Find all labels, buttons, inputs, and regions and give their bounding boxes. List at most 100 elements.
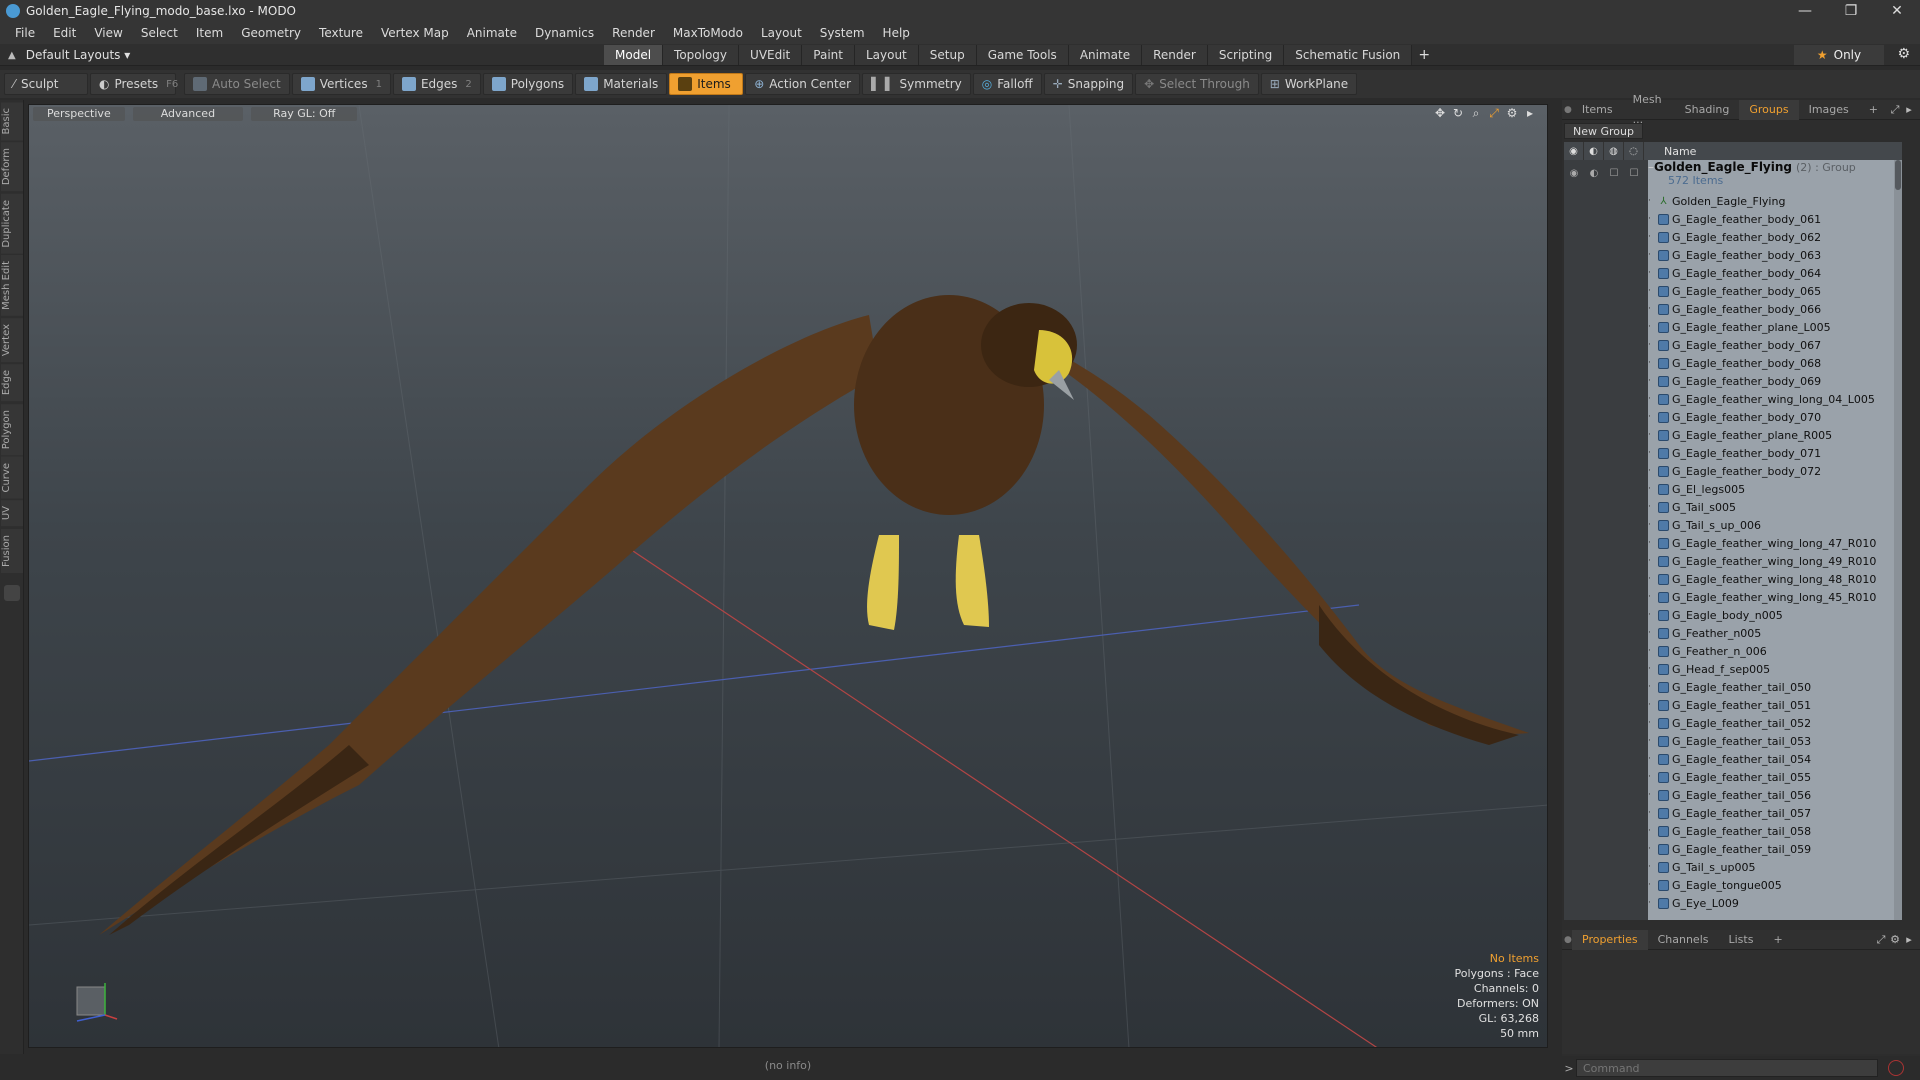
list-item[interactable]: · G_Feather_n_006 [1648,642,1767,660]
list-item[interactable]: · G_Eagle_body_n005 [1648,606,1783,624]
vtab-fusion[interactable]: Fusion [1,528,23,573]
close-button[interactable]: ✕ [1874,0,1920,22]
tab-scripting[interactable]: Scripting [1207,45,1285,65]
raygl-button[interactable]: Ray GL: Off [251,107,358,121]
command-input[interactable] [1576,1059,1878,1077]
minimize-button[interactable]: — [1782,0,1828,22]
list-item[interactable]: · G_Head_f_sep005 [1648,660,1770,678]
checkbox[interactable]: ☐ [1604,164,1624,182]
menu-texture[interactable]: Texture [310,22,372,44]
list-item[interactable]: · G_Eagle_feather_tail_054 [1648,750,1811,768]
viewport-settings-icon[interactable]: ⚙ [1503,106,1521,121]
vertices-button[interactable]: Vertices 1 [291,73,391,95]
symmetry-button[interactable]: ▌▐ Symmetry [862,73,971,95]
list-item[interactable]: · G_Eagle_feather_tail_059 [1648,840,1811,858]
menu-vertex-map[interactable]: Vertex Map [372,22,458,44]
list-item[interactable]: · G_Eagle_feather_body_069 [1648,372,1821,390]
materials-button[interactable]: Materials [575,73,668,95]
menu-system[interactable]: System [811,22,874,44]
list-item[interactable]: · G_Eagle_feather_plane_R005 [1648,426,1832,444]
select-through-button[interactable]: ✥ Select Through [1135,73,1259,95]
menu-layout[interactable]: Layout [752,22,811,44]
new-group-button[interactable]: New Group [1564,123,1643,139]
lock-icon[interactable]: ◐ [1584,142,1604,160]
menu-item[interactable]: Item [187,22,232,44]
tab-layout[interactable]: Layout [854,45,919,65]
sculpt-button[interactable]: ⁄ Sculpt [4,73,88,95]
vtab-mesh-edit[interactable]: Mesh Edit [1,255,23,317]
falloff-button[interactable]: ◎ Falloff [972,73,1042,95]
list-item[interactable]: · G_Eagle_feather_tail_050 [1648,678,1811,696]
eye-icon[interactable]: ◉ [1564,142,1584,160]
list-item[interactable]: · G_Eagle_feather_body_065 [1648,282,1821,300]
tab-model[interactable]: Model [604,45,664,65]
list-item[interactable]: · G_Eagle_feather_body_064 [1648,264,1821,282]
pan-icon[interactable]: ✥ [1431,106,1449,121]
list-item[interactable]: · G_Tail_s_up005 [1648,858,1755,876]
snapping-button[interactable]: ✛ Snapping [1043,73,1134,95]
menu-geometry[interactable]: Geometry [232,22,310,44]
list-item[interactable]: · G_Eagle_feather_body_063 [1648,246,1821,264]
menu-help[interactable]: Help [874,22,919,44]
gear-icon[interactable]: ⚙ [1897,46,1910,62]
shading-mode-button[interactable]: Advanced [132,107,244,121]
maximize-viewport-icon[interactable]: ⤢ [1485,106,1503,121]
list-item[interactable]: · G_Eagle_feather_tail_056 [1648,786,1811,804]
render-icon[interactable]: ◍ [1604,142,1624,160]
expand-panel-icon[interactable]: ⤢ [1888,103,1902,117]
vtab-polygon[interactable]: Polygon [1,403,23,455]
items-button[interactable]: Items [669,73,744,95]
collapse-arrow-icon[interactable]: ▲ [8,50,16,61]
panel-grip-icon[interactable]: ● [1562,105,1572,115]
group-row[interactable]: – Golden_Eagle_Flying (2) : Group 572 It… [1648,160,1856,190]
vtab-vertex[interactable]: Vertex [1,318,23,363]
menu-select[interactable]: Select [132,22,187,44]
list-item[interactable]: · G_Feather_n005 [1648,624,1761,642]
tree-scrollbar[interactable] [1894,160,1902,920]
add-tab-icon[interactable]: + [1412,45,1436,65]
gear-icon[interactable]: ⚙ [1888,933,1902,947]
checkbox[interactable]: ☐ [1624,164,1644,182]
list-item[interactable]: · G_Eagle_feather_tail_053 [1648,732,1811,750]
column-name[interactable]: Name [1644,145,1696,158]
list-item[interactable]: · G_Eagle_feather_body_066 [1648,300,1821,318]
lock-icon[interactable]: ◐ [1584,164,1604,182]
3d-viewport[interactable]: Perspective Advanced Ray GL: Off ✥ ↻ ⌕ ⤢… [28,104,1548,1048]
add-panel-tab-icon[interactable]: + [1859,100,1888,120]
panel-menu-icon[interactable]: ▸ [1902,933,1916,947]
tab-properties[interactable]: Properties [1572,929,1648,950]
list-item[interactable]: · G_Eagle_feather_body_070 [1648,408,1821,426]
polygons-button[interactable]: Polygons [482,73,574,95]
list-item[interactable]: · G_Eagle_feather_plane_L005 [1648,318,1831,336]
menu-dynamics[interactable]: Dynamics [526,22,603,44]
record-macro-icon[interactable] [1888,1060,1904,1076]
list-item[interactable]: · G_Eagle_feather_body_067 [1648,336,1821,354]
list-item[interactable]: · G_Tail_s005 [1648,498,1736,516]
tab-lists[interactable]: Lists [1719,930,1764,950]
list-item[interactable]: · G_Eagle_feather_wing_long_04_L005 [1648,390,1875,408]
add-panel-tab-icon[interactable]: + [1763,930,1792,950]
list-item[interactable]: · G_Eagle_feather_tail_051 [1648,696,1811,714]
list-item[interactable]: · G_Eagle_feather_body_062 [1648,228,1821,246]
tab-channels[interactable]: Channels [1648,930,1719,950]
maximize-button[interactable]: ❐ [1828,0,1874,22]
layout-selector[interactable]: ▲ Default Layouts ▾ [8,46,130,64]
list-item[interactable]: · ⅄ Golden_Eagle_Flying [1648,192,1785,210]
panel-grip-icon[interactable]: ● [1562,935,1572,945]
tab-shading[interactable]: Shading [1675,100,1740,120]
view-mode-button[interactable]: Perspective [33,107,125,121]
menu-maxtomodo[interactable]: MaxToModo [664,22,752,44]
tab-animate[interactable]: Animate [1068,45,1143,65]
list-item[interactable]: · G_Eye_L009 [1648,894,1739,912]
only-toggle[interactable]: ★ Only [1794,45,1884,65]
vtab-edge[interactable]: Edge [1,364,23,402]
tab-setup[interactable]: Setup [918,45,977,65]
list-item[interactable]: · G_Eagle_feather_body_068 [1648,354,1821,372]
list-item[interactable]: · G_Eagle_feather_wing_long_48_R010 [1648,570,1876,588]
tab-items[interactable]: Items [1572,100,1623,120]
tab-images[interactable]: Images [1799,100,1859,120]
tab-render[interactable]: Render [1142,45,1208,65]
tab-uvedit[interactable]: UVEdit [739,45,803,65]
vtab-curve[interactable]: Curve [1,456,23,499]
list-item[interactable]: · G_Eagle_feather_body_071 [1648,444,1821,462]
